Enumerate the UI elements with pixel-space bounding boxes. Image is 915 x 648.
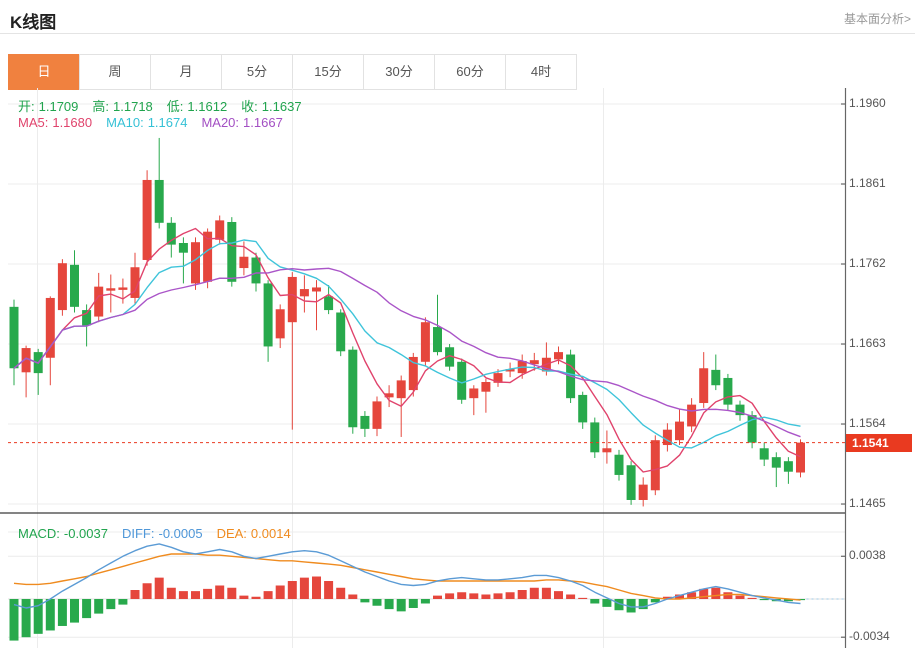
- close-label: 收:: [241, 99, 258, 114]
- diff-label: DIFF:: [122, 526, 155, 541]
- ma5-label: MA5:: [18, 115, 48, 130]
- open-label: 开:: [18, 99, 35, 114]
- price-tick-label: 1.1762: [849, 256, 886, 270]
- dea-label: DEA:: [217, 526, 247, 541]
- ma-readout: MA5: 1.1680 MA10: 1.1674 MA20: 1.1667: [18, 115, 287, 130]
- low-value: 1.1612: [187, 99, 227, 114]
- kline-app: K线图 基本面分析> 日周月5分15分30分60分4时 开:1.1709高:1.…: [0, 0, 915, 648]
- open-value: 1.1709: [39, 99, 79, 114]
- price-tick-label: 1.1564: [849, 416, 886, 430]
- ma5-value: 1.1680: [52, 115, 92, 130]
- diff-value: -0.0005: [158, 526, 202, 541]
- ma10-value: 1.1674: [148, 115, 188, 130]
- price-tick-label: 1.1465: [849, 496, 886, 510]
- ma20-value: 1.1667: [243, 115, 283, 130]
- current-price-tag: 1.1541: [846, 434, 912, 452]
- macd-tick-label: -0.0034: [849, 629, 890, 643]
- ma10-label: MA10:: [106, 115, 144, 130]
- close-value: 1.1637: [262, 99, 302, 114]
- macd-value: -0.0037: [64, 526, 108, 541]
- macd-label: MACD:: [18, 526, 60, 541]
- price-tick-label: 1.1960: [849, 96, 886, 110]
- high-value: 1.1718: [113, 99, 153, 114]
- high-label: 高:: [92, 99, 109, 114]
- dea-value: 0.0014: [251, 526, 291, 541]
- price-tick-label: 1.1861: [849, 176, 886, 190]
- ohlc-readout: 开: 1.1709 高: 1.1718 低:1.1612 收: 1.1637: [18, 96, 306, 115]
- price-tick-label: 1.1663: [849, 336, 886, 350]
- macd-readout: MACD: -0.0037 DIFF:-0.0005 DEA: 0.0014: [18, 526, 295, 541]
- macd-tick-label: 0.0038: [849, 548, 886, 562]
- ma20-label: MA20:: [201, 115, 239, 130]
- low-label: 低:: [167, 99, 184, 114]
